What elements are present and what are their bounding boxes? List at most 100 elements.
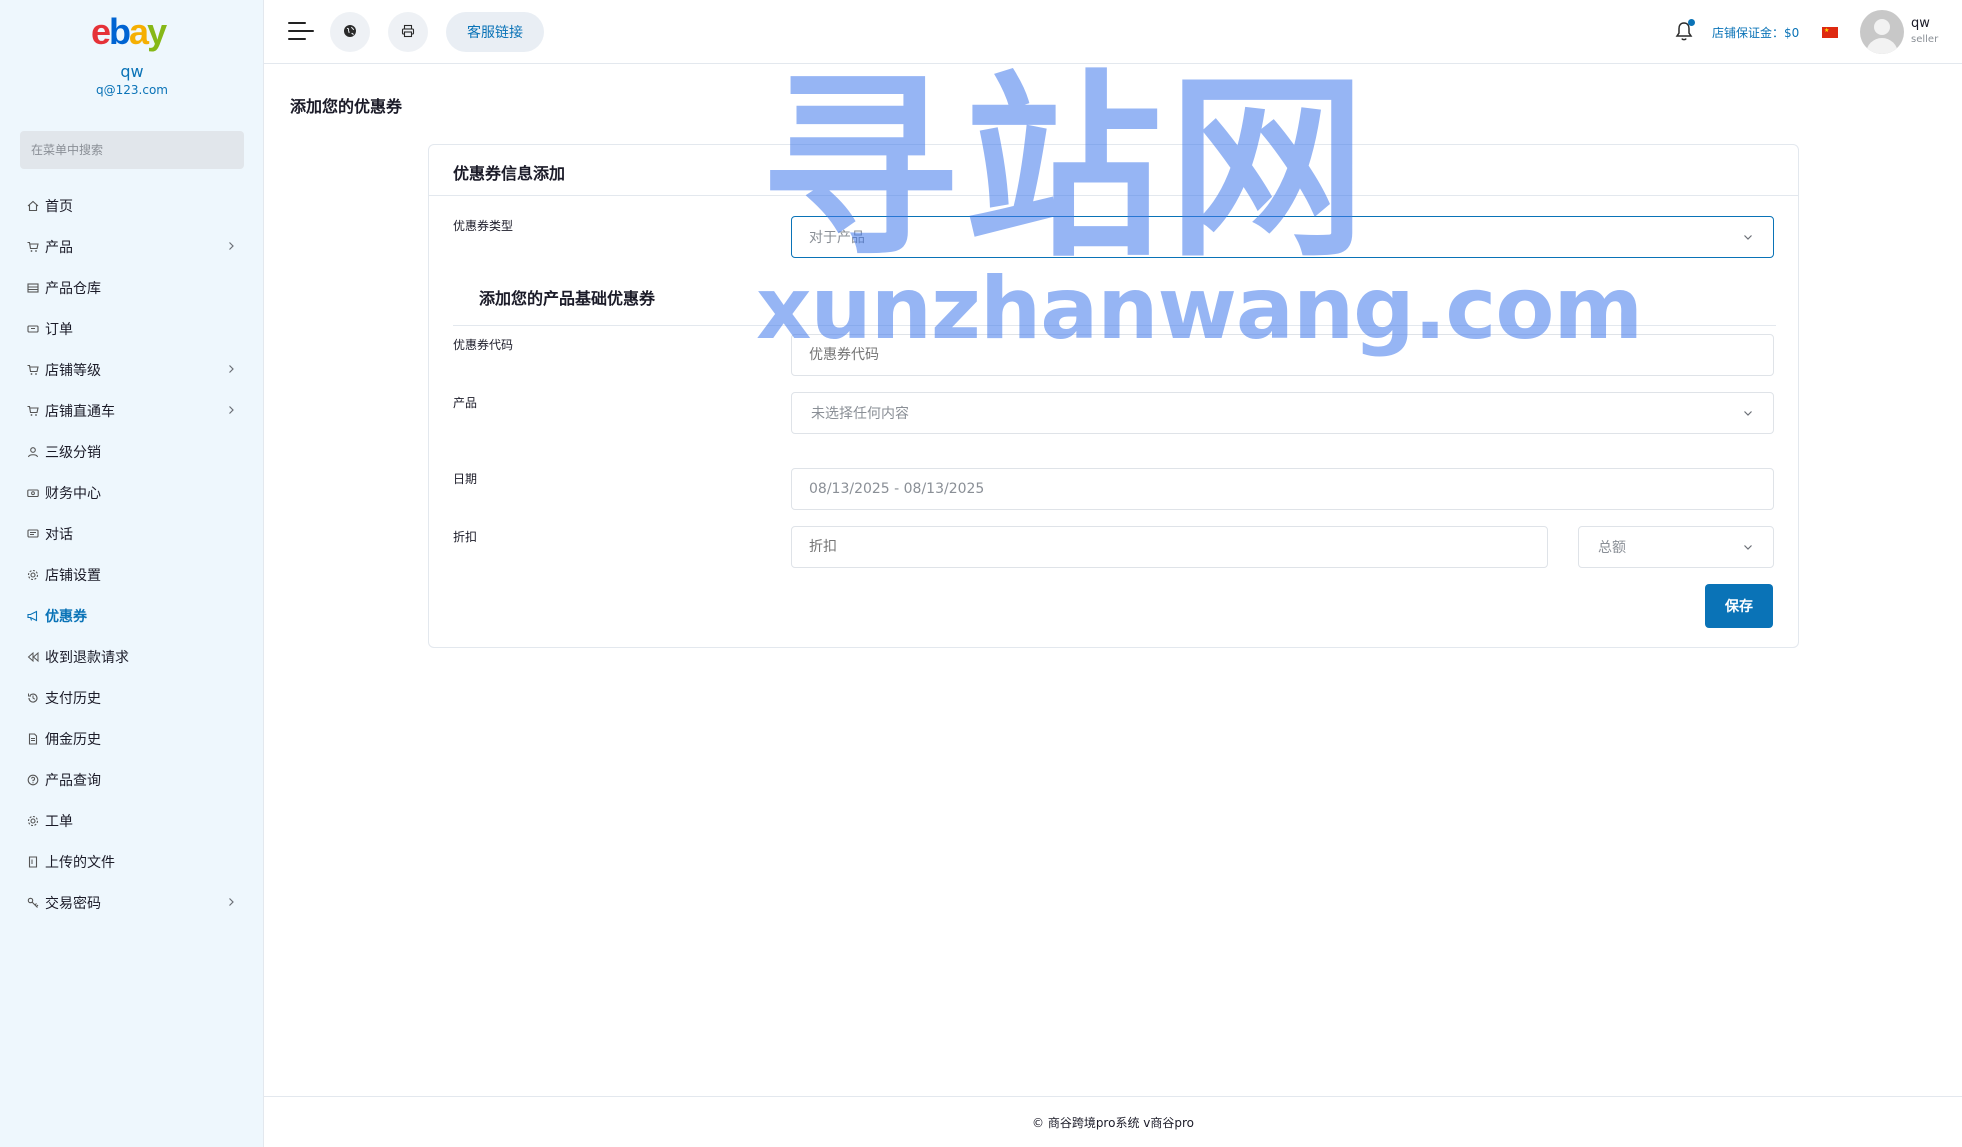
sidebar-item-coupons[interactable]: 优惠券 [0, 595, 264, 636]
rewind-icon [26, 650, 39, 663]
date-range-value: 08/13/2025 - 08/13/2025 [809, 481, 985, 497]
ticket-icon [26, 322, 39, 335]
sidebar-item-label: 对话 [45, 526, 73, 543]
china-flag-icon[interactable]: ★ [1822, 27, 1838, 38]
folder-icon [26, 855, 39, 868]
sidebar-item-label: 支付历史 [45, 690, 101, 707]
chevron-right-icon [224, 239, 238, 253]
chevron-right-icon [224, 362, 238, 376]
sidebar-item-distribution[interactable]: 三级分销 [0, 431, 264, 472]
money-icon [26, 486, 39, 499]
sidebar-user-name: qw [120, 62, 144, 81]
sidebar: ebay qw q@123.com 首页 产品 产品仓库 订单 店铺等级 店铺直… [0, 0, 264, 1147]
sidebar-item-label: 产品查询 [45, 772, 101, 789]
sidebar-item-label: 订单 [45, 321, 73, 338]
menu-search-input[interactable] [20, 131, 244, 169]
cart-icon [26, 240, 39, 253]
history-icon [26, 691, 39, 704]
chevron-down-icon [1741, 230, 1755, 244]
sidebar-item-label: 交易密码 [45, 895, 101, 912]
subsection-divider [453, 325, 1776, 326]
sidebar-item-label: 首页 [45, 198, 73, 215]
sidebar-item-store-settings[interactable]: 店铺设置 [0, 554, 264, 595]
sidebar-item-chat[interactable]: 对话 [0, 513, 264, 554]
coupon-type-select[interactable]: 对于产品 [791, 216, 1774, 258]
discount-input[interactable] [791, 526, 1548, 568]
menu-toggle-icon[interactable] [288, 20, 314, 42]
sidebar-item-label: 产品仓库 [45, 280, 101, 297]
chevron-right-icon [224, 895, 238, 909]
discount-type-value: 总额 [1598, 540, 1626, 556]
discount-type-select[interactable]: 总额 [1578, 526, 1774, 568]
coupon-type-label: 优惠券类型 [453, 219, 514, 233]
footer-copyright: © 商谷跨境pro系统 v商谷pro [1032, 1115, 1194, 1130]
sidebar-item-transaction-password[interactable]: 交易密码 [0, 882, 264, 923]
card-header: 优惠券信息添加 [429, 145, 1798, 196]
ebay-logo[interactable]: ebay [91, 12, 171, 52]
sidebar-item-products[interactable]: 产品 [0, 226, 264, 267]
print-button[interactable] [388, 12, 428, 52]
sidebar-item-tickets[interactable]: 工单 [0, 800, 264, 841]
chevron-down-icon [1741, 406, 1755, 420]
store-deposit[interactable]: 店铺保证金：$0 [1712, 24, 1799, 41]
globe-icon [343, 23, 357, 42]
product-select[interactable]: 未选择任何内容 [791, 392, 1774, 434]
sidebar-item-product-inquiry[interactable]: 产品查询 [0, 759, 264, 800]
discount-label: 折扣 [453, 530, 478, 544]
sidebar-item-label: 三级分销 [45, 444, 101, 461]
coupon-form-card: 优惠券信息添加 优惠券类型 对于产品 添加您的产品基础优惠券 优惠券代码 产品 … [428, 144, 1799, 648]
product-select-value: 未选择任何内容 [811, 406, 909, 422]
sidebar-menu: 首页 产品 产品仓库 订单 店铺等级 店铺直通车 三级分销 财务中心 对话 店铺… [0, 185, 264, 923]
save-button[interactable]: 保存 [1705, 584, 1773, 628]
cart-icon [26, 404, 39, 417]
printer-icon [401, 23, 415, 42]
sidebar-item-warehouse[interactable]: 产品仓库 [0, 267, 264, 308]
sidebar-item-label: 店铺等级 [45, 362, 101, 379]
chat-icon [26, 527, 39, 540]
sidebar-user-email: q@123.com [96, 83, 168, 97]
notification-bell-icon[interactable] [1674, 19, 1696, 44]
sidebar-item-refund-requests[interactable]: 收到退款请求 [0, 636, 264, 677]
sidebar-item-label: 收到退款请求 [45, 649, 129, 666]
sidebar-item-uploaded-files[interactable]: 上传的文件 [0, 841, 264, 882]
avatar[interactable] [1860, 10, 1904, 54]
sidebar-item-commission-history[interactable]: 佣金历史 [0, 718, 264, 759]
customer-service-link[interactable]: 客服链接 [446, 12, 544, 52]
subsection-title: 添加您的产品基础优惠券 [479, 289, 656, 308]
sidebar-item-label: 店铺直通车 [45, 403, 115, 420]
sidebar-item-payment-history[interactable]: 支付历史 [0, 677, 264, 718]
sidebar-item-finance[interactable]: 财务中心 [0, 472, 264, 513]
key-icon [26, 896, 39, 909]
home-icon [26, 199, 39, 212]
page-title: 添加您的优惠券 [290, 97, 403, 116]
sidebar-item-home[interactable]: 首页 [0, 185, 264, 226]
language-button[interactable] [330, 12, 370, 52]
sidebar-item-label: 产品 [45, 239, 73, 256]
date-range-input[interactable]: 08/13/2025 - 08/13/2025 [791, 468, 1774, 510]
footer: © 商谷跨境pro系统 v商谷pro [264, 1096, 1962, 1147]
topbar: 客服链接 店铺保证金：$0 ★ qw seller [264, 0, 1962, 64]
sidebar-item-label: 上传的文件 [45, 854, 115, 871]
chevron-right-icon [224, 403, 238, 417]
sidebar-item-label: 店铺设置 [45, 567, 101, 584]
file-icon [26, 732, 39, 745]
sidebar-item-label: 优惠券 [45, 608, 87, 625]
topbar-user-name[interactable]: qw [1911, 16, 1930, 31]
cart-icon [26, 363, 39, 376]
topbar-user-role: seller [1911, 34, 1939, 45]
coupon-code-input[interactable] [791, 334, 1774, 376]
coupon-type-value: 对于产品 [809, 230, 865, 246]
gear-icon [26, 814, 39, 827]
sidebar-item-label: 工单 [45, 813, 73, 830]
sidebar-item-orders[interactable]: 订单 [0, 308, 264, 349]
megaphone-icon [26, 609, 39, 622]
sidebar-item-store-level[interactable]: 店铺等级 [0, 349, 264, 390]
question-icon [26, 773, 39, 786]
product-label: 产品 [453, 396, 478, 410]
user-icon [26, 445, 39, 458]
sidebar-item-label: 佣金历史 [45, 731, 101, 748]
sidebar-item-store-promotion[interactable]: 店铺直通车 [0, 390, 264, 431]
gear-icon [26, 568, 39, 581]
sidebar-item-label: 财务中心 [45, 485, 101, 502]
notification-dot [1688, 19, 1695, 26]
